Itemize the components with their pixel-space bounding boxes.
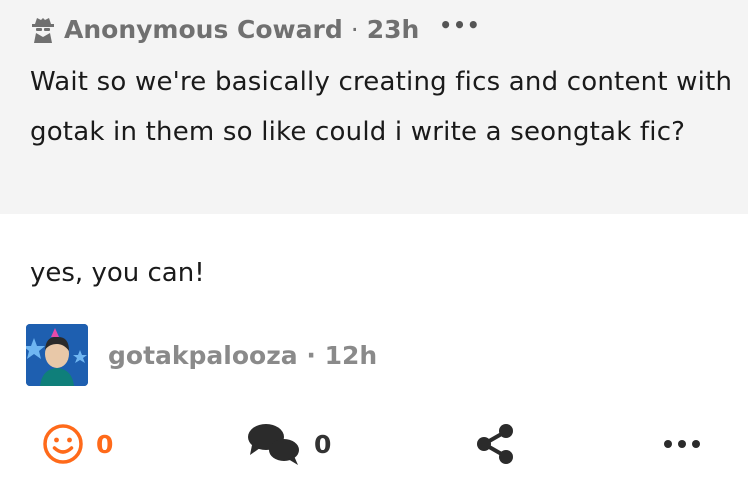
avatar-image (26, 324, 88, 386)
action-bar: 0 0 (0, 418, 748, 470)
separator-dot: · (306, 340, 316, 370)
comments-icon (248, 424, 299, 465)
more-icon (664, 440, 700, 448)
answer-time: 12h (324, 340, 378, 370)
answer-text: yes, you can! (30, 258, 205, 288)
react-count: 0 (96, 429, 114, 459)
anonymous-icon (32, 18, 54, 43)
more-button[interactable] (660, 418, 704, 470)
question-more-icon[interactable]: ••• (439, 13, 480, 37)
answer-author-name[interactable]: gotakpalooza (108, 341, 298, 370)
comment-button[interactable]: 0 (246, 418, 331, 470)
answer-author-row[interactable]: gotakpalooza · 12h (26, 324, 377, 386)
question-card: Anonymous Coward · 23h ••• Wait so we're… (0, 0, 748, 214)
share-button[interactable] (472, 418, 518, 470)
question-time: 23h (366, 14, 420, 44)
avatar[interactable] (26, 324, 88, 386)
question-author[interactable]: Anonymous Coward (64, 15, 343, 44)
separator-dot: · (350, 14, 359, 44)
comment-count: 0 (314, 429, 332, 459)
question-text: Wait so we're basically creating fics an… (30, 67, 733, 147)
react-button[interactable]: 0 (40, 418, 113, 470)
share-icon (477, 424, 513, 464)
answer-author-meta: gotakpalooza · 12h (108, 341, 377, 370)
question-meta: Anonymous Coward · 23h ••• (30, 12, 481, 46)
smiley-icon (43, 424, 83, 464)
